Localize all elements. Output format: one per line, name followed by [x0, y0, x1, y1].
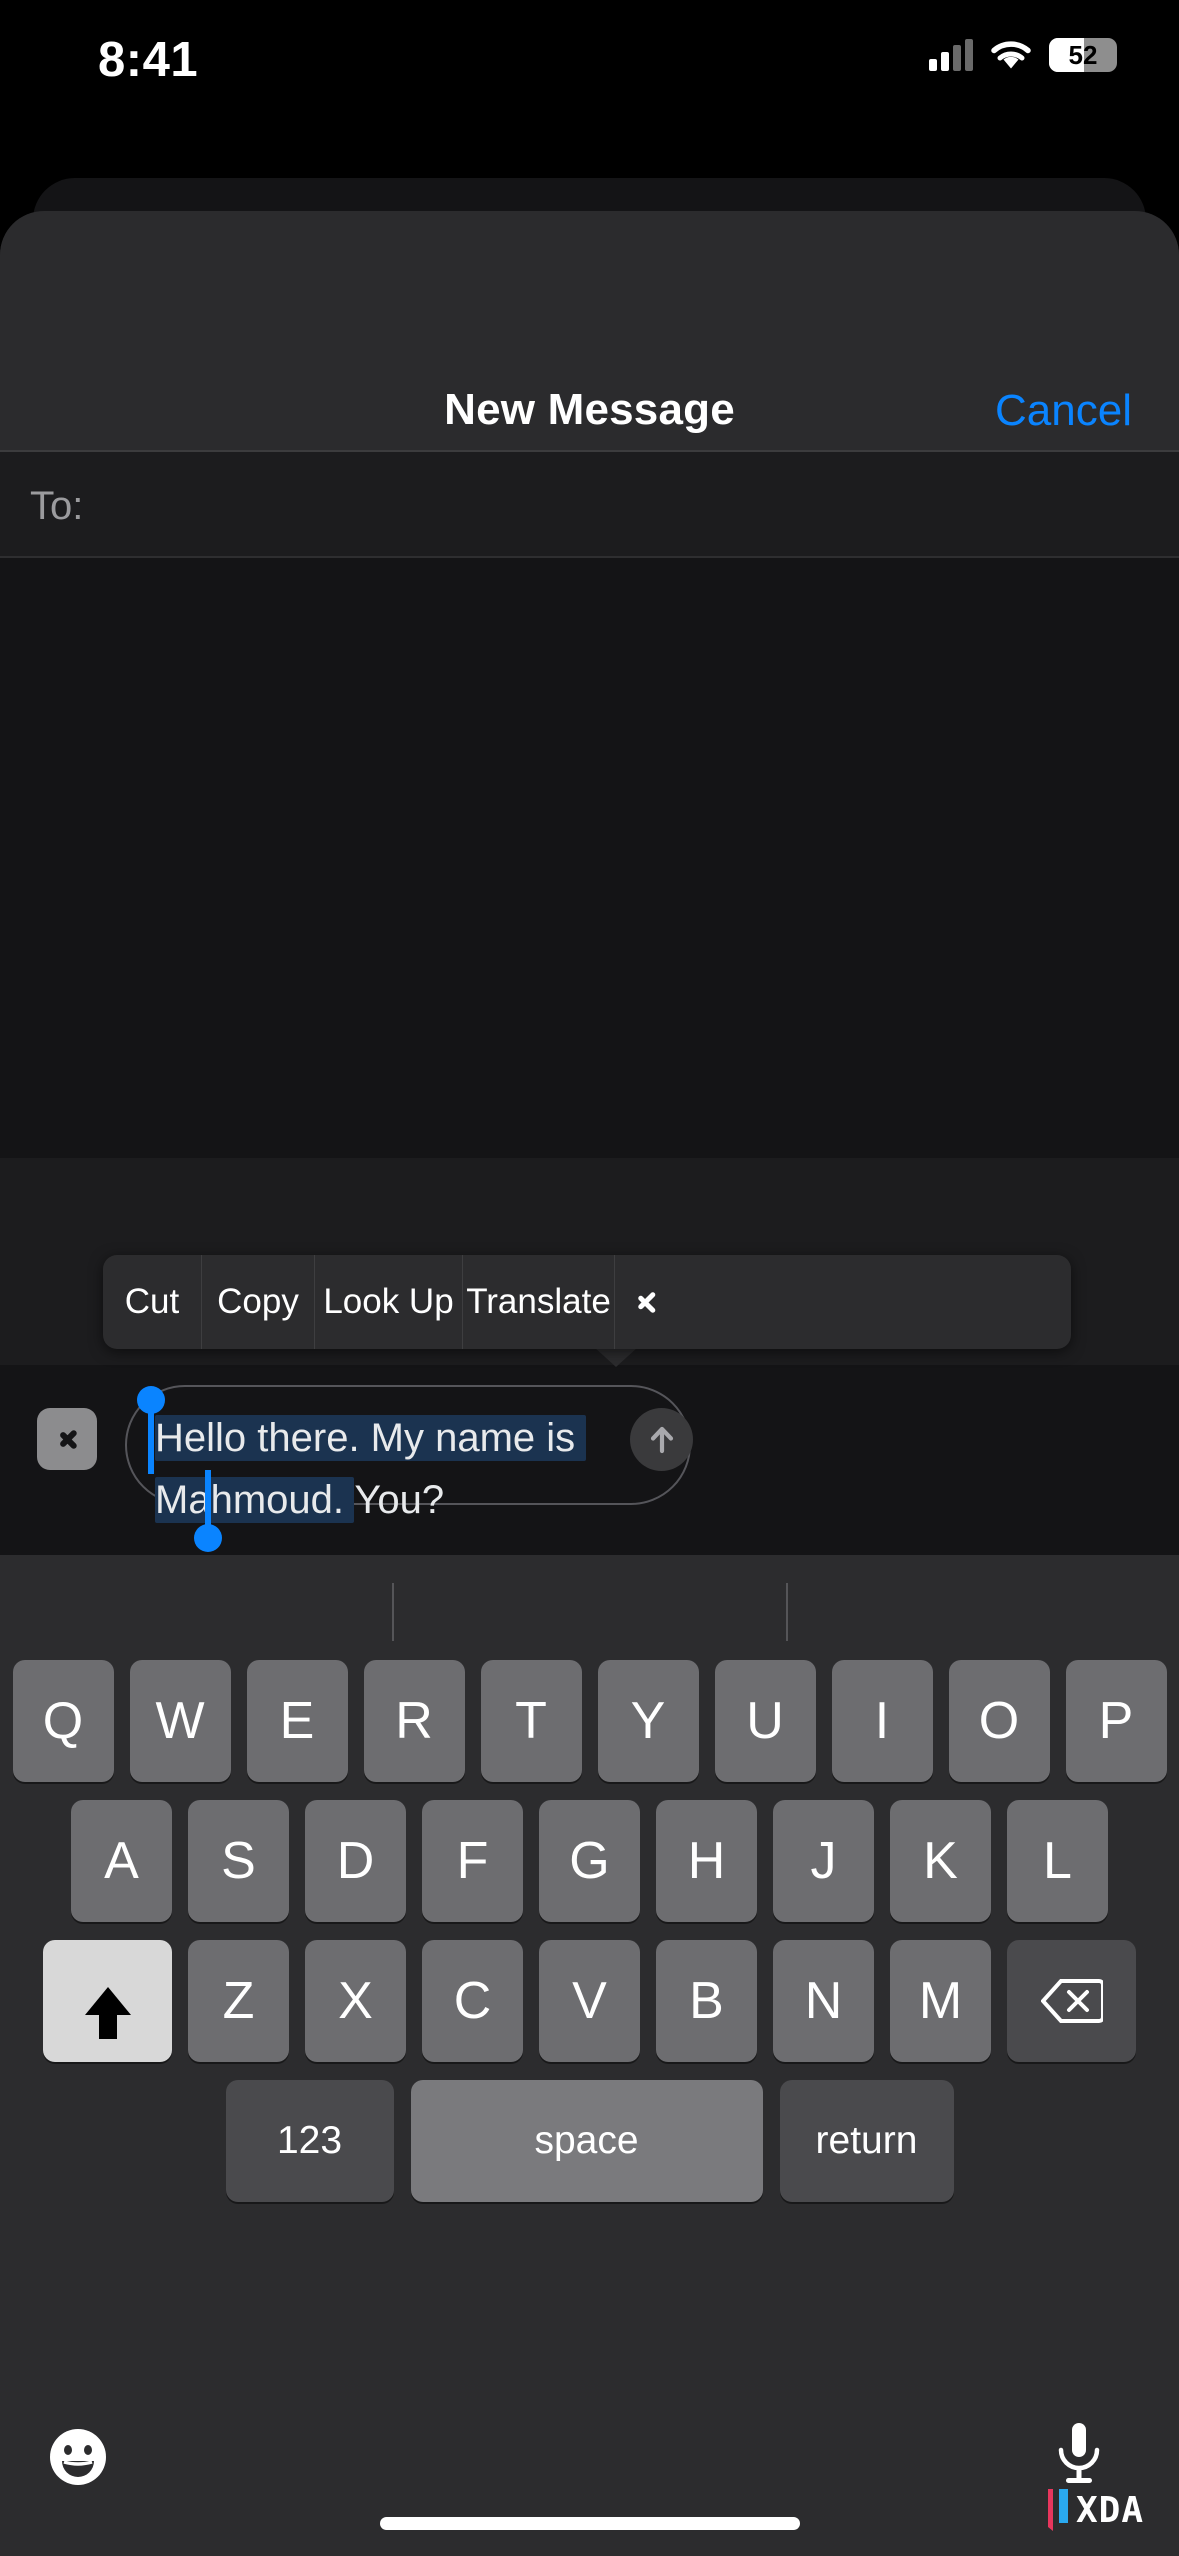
keyboard-row-3: ZXCVBNM — [0, 1940, 1179, 2062]
home-indicator[interactable] — [379, 2517, 800, 2530]
emoji-key[interactable] — [48, 2427, 108, 2487]
key-r[interactable]: R — [363, 1660, 465, 1782]
key-s[interactable]: S — [188, 1800, 289, 1922]
key-i[interactable]: I — [831, 1660, 933, 1782]
predictive-divider — [786, 1583, 788, 1641]
edit-menu-more-button[interactable] — [615, 1255, 675, 1349]
key-k[interactable]: K — [890, 1800, 991, 1922]
backspace-key[interactable] — [1007, 1940, 1136, 2062]
xda-watermark: XDA — [1046, 2487, 1144, 2533]
keyboard-row-1: QWERTYUIOP — [0, 1660, 1179, 1782]
shift-key[interactable] — [43, 1940, 172, 2062]
key-c[interactable]: C — [422, 1940, 523, 2062]
status-bar: 8:41 52 — [0, 0, 1179, 125]
software-keyboard: QWERTYUIOP ASDFGHJKL ZXCVBNM 123 space r… — [0, 1555, 1179, 2556]
key-p[interactable]: P — [1065, 1660, 1167, 1782]
backspace-icon — [1040, 1979, 1103, 2023]
key-h[interactable]: H — [656, 1800, 757, 1922]
key-x[interactable]: X — [305, 1940, 406, 2062]
chevron-right-icon — [636, 1285, 655, 1319]
status-bar-time: 8:41 — [98, 33, 199, 87]
wifi-icon — [990, 39, 1032, 71]
shift-arrow-icon — [84, 1987, 131, 2039]
key-e[interactable]: E — [246, 1660, 348, 1782]
expand-apps-button[interactable] — [37, 1408, 97, 1470]
keyboard-bottom-bar — [0, 2415, 1179, 2556]
key-w[interactable]: W — [129, 1660, 231, 1782]
keyboard-row-4: 123 space return — [0, 2080, 1179, 2202]
chevron-right-icon — [59, 1424, 76, 1454]
key-y[interactable]: Y — [597, 1660, 699, 1782]
key-l[interactable]: L — [1007, 1800, 1108, 1922]
key-m[interactable]: M — [890, 1940, 991, 2062]
selection-handle-end-knob[interactable] — [194, 1524, 222, 1552]
conversation-area — [0, 558, 1179, 1158]
key-o[interactable]: O — [948, 1660, 1050, 1782]
selection-handle-start[interactable] — [148, 1412, 154, 1474]
battery-icon: 52 — [1049, 38, 1117, 72]
key-a[interactable]: A — [71, 1800, 172, 1922]
keyboard-row-2: ASDFGHJKL — [0, 1800, 1179, 1922]
unselected-text: You? — [354, 1478, 445, 1522]
edit-menu-pointer — [594, 1347, 638, 1367]
key-b[interactable]: B — [656, 1940, 757, 2062]
edit-menu-item-look-up[interactable]: Look Up — [315, 1255, 463, 1349]
status-bar-indicators: 52 — [929, 38, 1117, 72]
recipient-field-row[interactable]: To: — [0, 452, 1179, 557]
predictive-divider — [392, 1583, 394, 1641]
emoji-smiley-icon — [50, 2429, 106, 2485]
return-key[interactable]: return — [779, 2080, 954, 2202]
key-g[interactable]: G — [539, 1800, 640, 1922]
space-key[interactable]: space — [410, 2080, 763, 2202]
selection-handle-end[interactable] — [205, 1470, 211, 1532]
navigation-bar: New Message Cancel — [0, 211, 1179, 451]
cellular-bars-icon — [929, 39, 973, 71]
dictation-key[interactable] — [1052, 2421, 1106, 2493]
battery-percent-label: 52 — [1068, 39, 1098, 70]
cancel-button[interactable]: Cancel — [995, 386, 1132, 436]
new-message-sheet: New Message Cancel To: — [0, 211, 1179, 1556]
microphone-icon — [1058, 2423, 1100, 2483]
key-u[interactable]: U — [714, 1660, 816, 1782]
key-f[interactable]: F — [422, 1800, 523, 1922]
key-z[interactable]: Z — [188, 1940, 289, 2062]
predictive-text-bar[interactable] — [0, 1555, 1179, 1660]
xda-bracket-icon — [1046, 2487, 1070, 2533]
key-t[interactable]: T — [480, 1660, 582, 1782]
edit-menu-item-copy[interactable]: Copy — [202, 1255, 315, 1349]
key-n[interactable]: N — [773, 1940, 874, 2062]
key-q[interactable]: Q — [12, 1660, 114, 1782]
numbers-key[interactable]: 123 — [225, 2080, 394, 2202]
text-edit-menu[interactable]: Cut Copy Look Up Translate — [103, 1255, 1071, 1349]
message-text-content[interactable]: Hello there. My name is Mahmoud. You? — [155, 1407, 675, 1531]
recipient-label: To: — [30, 484, 84, 528]
key-v[interactable]: V — [539, 1940, 640, 2062]
edit-menu-item-translate[interactable]: Translate — [463, 1255, 615, 1349]
selection-handle-start-knob[interactable] — [137, 1386, 165, 1414]
key-d[interactable]: D — [305, 1800, 406, 1922]
xda-label: XDA — [1075, 2489, 1144, 2531]
edit-menu-item-cut[interactable]: Cut — [103, 1255, 202, 1349]
key-j[interactable]: J — [773, 1800, 874, 1922]
